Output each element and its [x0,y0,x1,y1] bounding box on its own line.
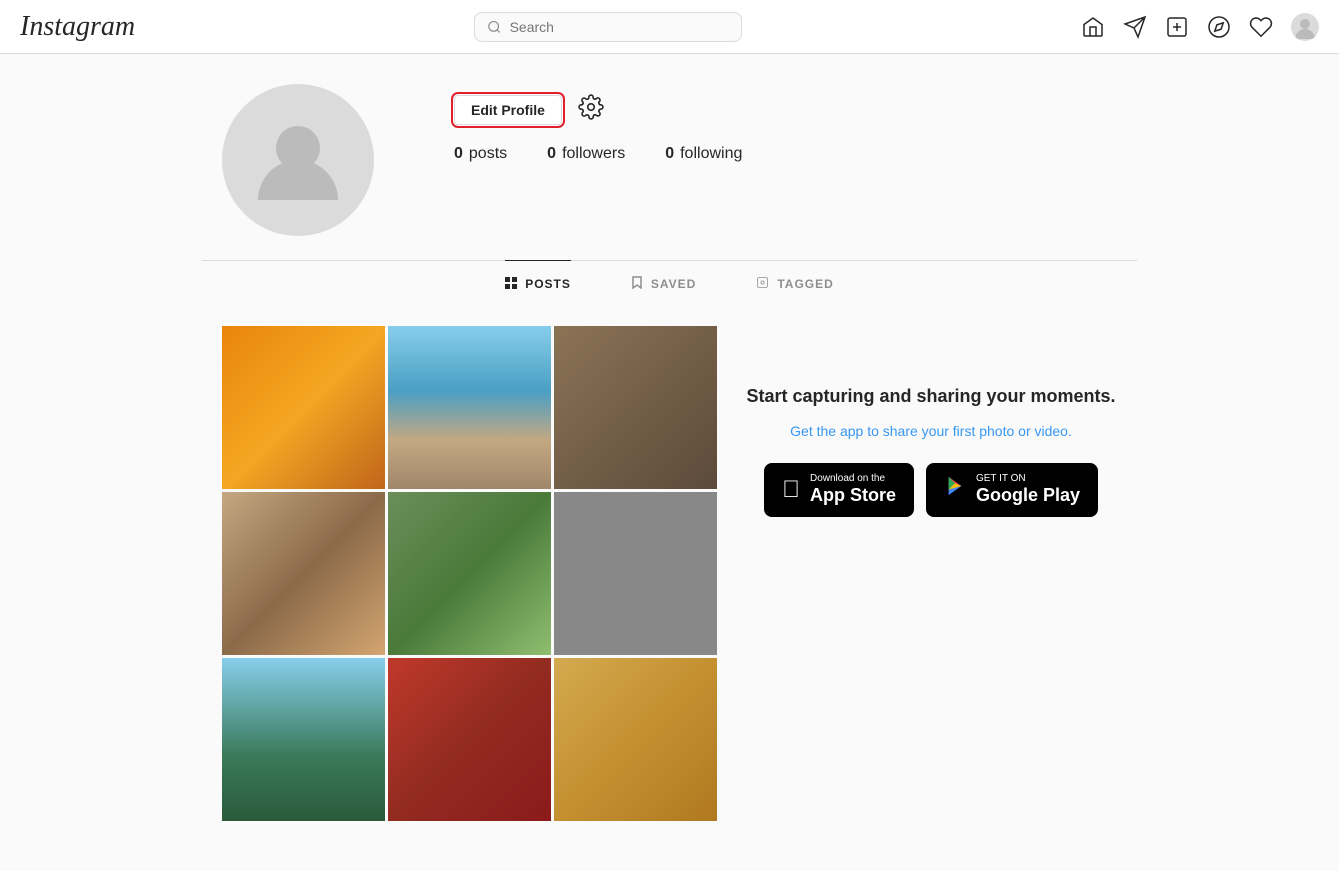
app-store-small: Download on the [810,473,896,485]
photo-cell-1[interactable] [222,326,385,489]
content-area: Start capturing and sharing your moments… [202,306,1137,841]
profile-header-row: Edit Profile [454,94,1117,125]
photo-cell-7[interactable] [222,658,385,821]
cta-subtitle: Get the app to share your first photo or… [790,423,1072,439]
new-post-icon[interactable] [1165,15,1189,39]
header: Instagram [0,0,1339,54]
tab-posts[interactable]: POSTS [505,260,571,306]
google-play-badge[interactable]: GET IT ON Google Play [926,463,1098,517]
photo-cell-2[interactable] [388,326,551,489]
photo-grid [222,326,717,821]
apple-icon:  [782,476,800,504]
google-play-large: Google Play [976,485,1080,507]
profile-avatar[interactable] [222,84,374,236]
posts-label: posts [469,145,507,163]
tag-icon [756,276,769,292]
tab-tagged[interactable]: TAGGED [756,260,833,306]
following-label: following [680,145,742,163]
cta-title: Start capturing and sharing your moments… [746,386,1115,407]
google-play-small: GET IT ON [976,473,1080,485]
main-content: Edit Profile 0 posts 0 followers [0,0,1339,841]
search-bar [474,12,742,42]
following-count: 0 [665,145,674,163]
edit-profile-button[interactable]: Edit Profile [454,95,562,125]
explore-icon[interactable] [1207,15,1231,39]
settings-icon[interactable] [578,94,604,125]
app-store-badge[interactable]:  Download on the App Store [764,463,914,517]
photo-cell-8[interactable] [388,658,551,821]
tab-saved-label: SAVED [651,277,696,291]
profile-avatar-wrap [222,84,374,236]
search-icon [487,19,502,35]
profile-section: Edit Profile 0 posts 0 followers [202,54,1137,260]
content-tabs: POSTS SAVED TAGGED [202,261,1137,306]
photo-cell-6[interactable] [554,492,717,655]
photo-cell-3[interactable] [554,326,717,489]
photo-cell-4[interactable] [222,492,385,655]
header-nav-icons [1081,13,1319,41]
google-play-icon [944,475,966,504]
followers-label: followers [562,145,625,163]
app-store-text: Download on the App Store [810,473,896,507]
bookmark-icon [631,275,643,292]
send-icon[interactable] [1123,15,1147,39]
app-store-large: App Store [810,485,896,507]
posts-count: 0 [454,145,463,163]
tab-saved[interactable]: SAVED [631,260,696,306]
photo-cell-9[interactable] [554,658,717,821]
posts-stat[interactable]: 0 posts [454,145,507,163]
profile-avatar-nav[interactable] [1291,13,1319,41]
following-stat[interactable]: 0 following [665,145,742,163]
profile-info: Edit Profile 0 posts 0 followers [454,84,1117,179]
search-input[interactable] [510,19,729,35]
tab-posts-label: POSTS [525,277,571,291]
heart-icon[interactable] [1249,15,1273,39]
photo-cell-5[interactable] [388,492,551,655]
home-icon[interactable] [1081,15,1105,39]
tab-tagged-label: TAGGED [777,277,833,291]
stats-row: 0 posts 0 followers 0 following [454,145,1117,163]
app-badges:  Download on the App Store [764,463,1098,517]
right-panel: Start capturing and sharing your moments… [745,326,1117,821]
followers-count: 0 [547,145,556,163]
followers-stat[interactable]: 0 followers [547,145,625,163]
grid-icon [505,276,517,292]
avatar-placeholder-icon [248,110,348,210]
google-play-text: GET IT ON Google Play [976,473,1080,507]
instagram-logo[interactable]: Instagram [20,11,135,43]
